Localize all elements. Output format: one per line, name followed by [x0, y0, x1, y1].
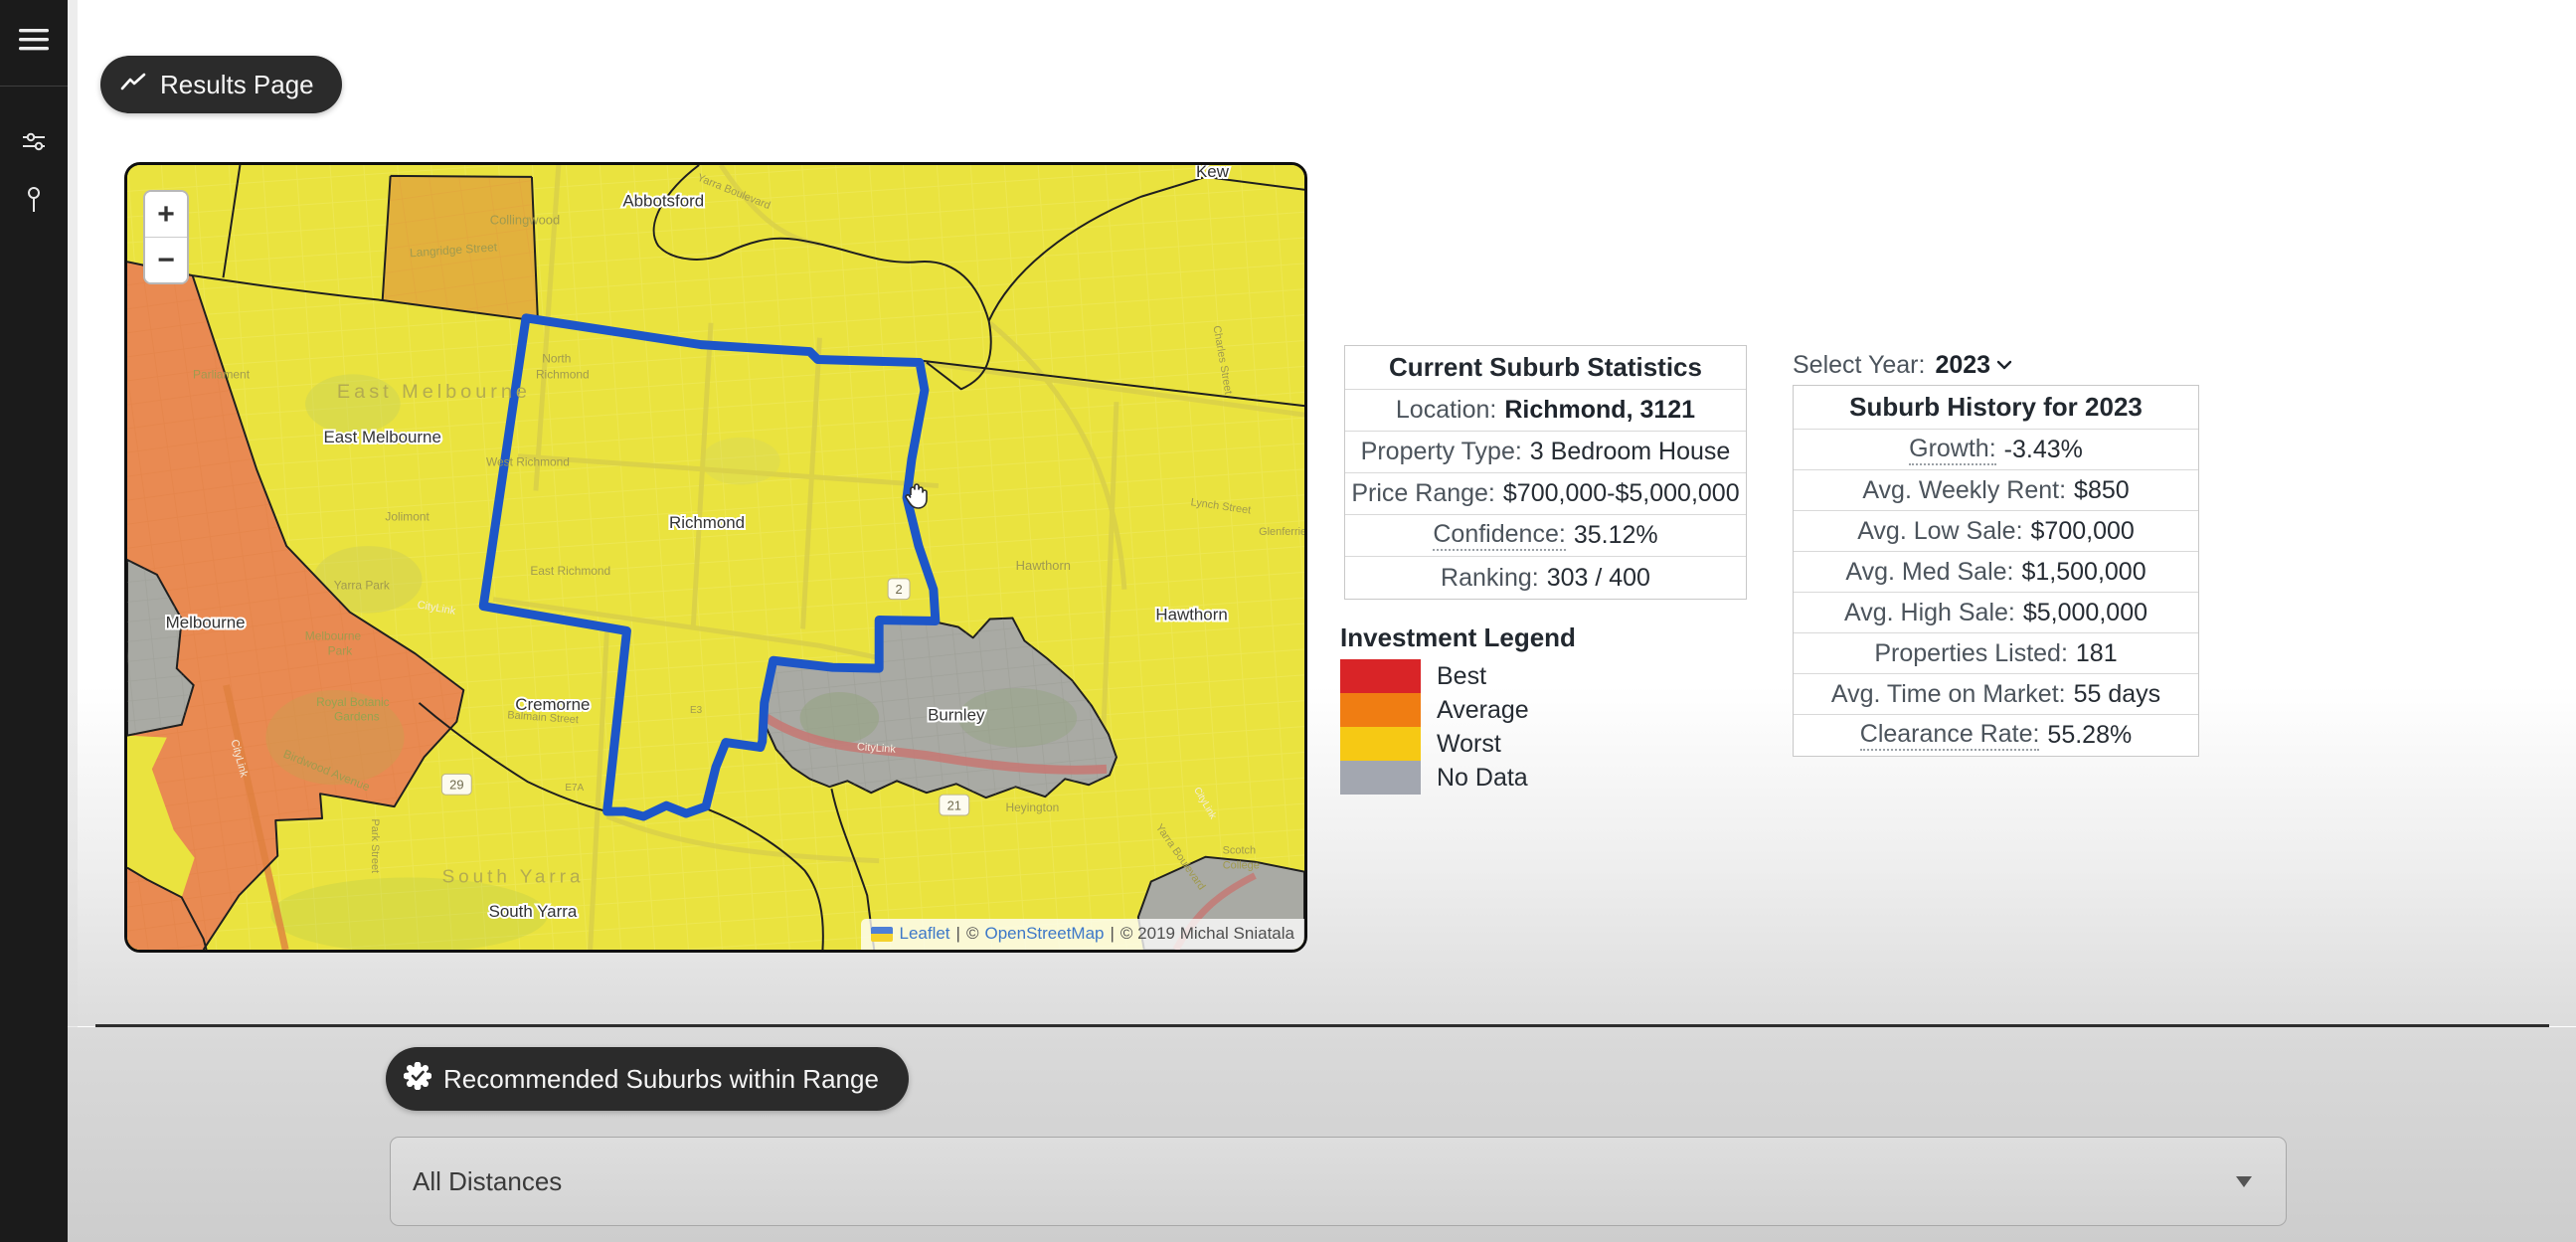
map-label: West Richmond	[486, 455, 570, 469]
stat-row-location: Location: Richmond, 3121	[1345, 390, 1746, 432]
legend-swatch-worst	[1340, 727, 1421, 761]
hamburger-menu-icon[interactable]	[18, 27, 50, 53]
sidebar	[0, 0, 68, 1242]
investment-legend: Investment Legend Best Average Worst No …	[1340, 622, 1576, 795]
map-label: South Yarra	[442, 867, 585, 888]
map-zoom-control: + −	[143, 190, 189, 284]
year-selector[interactable]: Select Year: 2023	[1793, 351, 2012, 380]
stats-table-title: Current Suburb Statistics	[1345, 346, 1746, 390]
map-label: Park	[328, 643, 353, 657]
map-label: Glenferrie	[1259, 526, 1304, 538]
legend-title: Investment Legend	[1340, 622, 1576, 653]
legend-item-worst: Worst	[1340, 727, 1576, 761]
map-label: Yarra Park	[334, 579, 390, 593]
recommended-suburbs-button[interactable]: Recommended Suburbs within Range	[386, 1047, 909, 1111]
map-label: E3	[690, 705, 703, 716]
map-label: Abbotsford	[622, 192, 704, 211]
legend-swatch-no-data	[1340, 761, 1421, 795]
map-label: Hawthorn	[1016, 558, 1071, 573]
map-label: East Richmond	[530, 564, 610, 578]
history-row-weekly-rent: Avg. Weekly Rent: $850	[1794, 470, 2198, 511]
dropdown-caret-icon	[2236, 1176, 2252, 1187]
map-label: College	[1223, 860, 1260, 872]
suburb-history-table: Suburb History for 2023 Growth: -3.43% A…	[1793, 385, 2199, 757]
map-label: Melbourne	[166, 613, 246, 631]
trend-line-icon	[120, 70, 148, 100]
history-row-time-on-market: Avg. Time on Market: 55 days	[1794, 674, 2198, 715]
badge-check-icon	[404, 1062, 431, 1097]
sidebar-divider	[0, 86, 68, 87]
select-year-label: Select Year:	[1793, 351, 1925, 380]
map-label: Collingwood	[490, 213, 560, 228]
map-pin-icon[interactable]	[22, 185, 46, 215]
legend-swatch-average	[1340, 693, 1421, 727]
leaflet-link[interactable]: Leaflet	[899, 924, 949, 944]
distance-filter-dropdown[interactable]: All Distances	[390, 1137, 2287, 1226]
map-label: Heyington	[1006, 800, 1060, 814]
road-shield: 21	[947, 798, 961, 813]
map-label: South Yarra	[489, 902, 578, 921]
map-label: Cremorne	[515, 695, 590, 714]
chevron-down-icon	[1996, 360, 2012, 371]
history-row-med-sale: Avg. Med Sale: $1,500,000	[1794, 552, 2198, 593]
distance-dropdown-value: All Distances	[413, 1166, 562, 1197]
hand-cursor	[901, 478, 931, 517]
ukraine-flag-icon	[871, 927, 893, 942]
stat-row-ranking: Ranking: 303 / 400	[1345, 557, 1746, 599]
map-label: Parliament	[193, 367, 251, 381]
legend-item-average: Average	[1340, 693, 1576, 727]
map-label: Scotch	[1223, 845, 1256, 857]
map-attribution: Leaflet | © OpenStreetMap | © 2019 Micha…	[861, 919, 1304, 950]
results-page-label: Results Page	[160, 70, 314, 100]
history-table-title: Suburb History for 2023	[1794, 386, 2198, 430]
map-label: E7A	[565, 783, 584, 794]
map-label: Melbourne	[305, 628, 362, 642]
map-label: East Melbourne	[337, 381, 531, 403]
current-suburb-statistics-table: Current Suburb Statistics Location: Rich…	[1344, 345, 1747, 600]
section-divider	[95, 1024, 2549, 1027]
leaflet-map[interactable]: CollingwoodLangridge StreetParliamentEas…	[124, 162, 1307, 953]
map-label: Jolimont	[385, 509, 429, 523]
zoom-out-button[interactable]: −	[145, 238, 187, 282]
history-row-low-sale: Avg. Low Sale: $700,000	[1794, 511, 2198, 552]
map-label: East Melbourne	[324, 428, 441, 446]
history-row-high-sale: Avg. High Sale: $5,000,000	[1794, 593, 2198, 633]
stat-row-property-type: Property Type: 3 Bedroom House	[1345, 432, 1746, 473]
map-label: Richmond	[669, 513, 745, 532]
map-label: Royal Botanic	[316, 695, 390, 709]
map-canvas: CollingwoodLangridge StreetParliamentEas…	[127, 165, 1304, 950]
filter-sliders-icon[interactable]	[20, 127, 48, 155]
map-label: Hawthorn	[1155, 606, 1227, 624]
stat-row-price-range: Price Range: $700,000-$5,000,000	[1345, 473, 1746, 515]
selected-year-value: 2023	[1935, 351, 1990, 380]
map-label: North	[542, 352, 571, 366]
legend-item-best: Best	[1340, 659, 1576, 693]
road-shield: 2	[895, 582, 902, 597]
map-label: Park Street	[369, 819, 381, 874]
history-row-growth: Growth: -3.43%	[1794, 430, 2198, 470]
recommended-suburbs-label: Recommended Suburbs within Range	[443, 1064, 879, 1095]
stat-row-confidence: Confidence: 35.12%	[1345, 515, 1746, 557]
legend-item-no-data: No Data	[1340, 761, 1576, 795]
zoom-in-button[interactable]: +	[145, 192, 187, 237]
results-page-button[interactable]: Results Page	[100, 56, 342, 113]
history-row-clearance-rate: Clearance Rate: 55.28%	[1794, 715, 2198, 756]
legend-swatch-best	[1340, 659, 1421, 693]
road-shield: 29	[449, 778, 463, 793]
history-row-properties-listed: Properties Listed: 181	[1794, 633, 2198, 674]
map-label: Burnley	[928, 706, 985, 725]
openstreetmap-link[interactable]: OpenStreetMap	[984, 924, 1104, 944]
map-label: Kew	[1196, 165, 1230, 181]
map-label: Gardens	[334, 710, 380, 724]
map-label: Richmond	[536, 367, 590, 381]
